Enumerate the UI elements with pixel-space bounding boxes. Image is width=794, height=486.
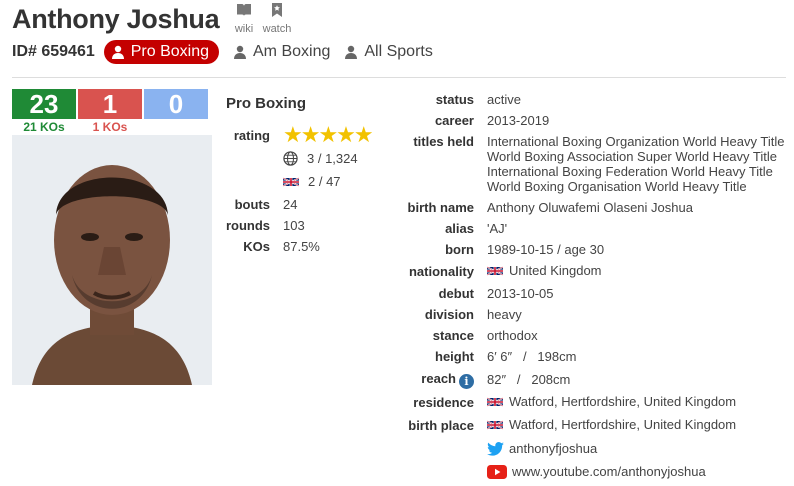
person-icon <box>111 45 124 59</box>
alias-label: alias <box>445 221 474 236</box>
tab-all-sports[interactable]: All Sports <box>344 43 433 61</box>
info-icon[interactable]: i <box>459 374 474 389</box>
person-icon <box>234 45 246 59</box>
world-rank[interactable]: 3 / 1,324 <box>283 151 358 166</box>
twitter-link[interactable]: anthonyfjoshua <box>487 441 597 456</box>
birth-place-label: birth place <box>408 418 474 433</box>
losses-box: 1 <box>78 89 142 119</box>
birth-place-text: Watford, Hertfordshire, United Kingdom <box>509 417 737 432</box>
twitter-handle: anthonyfjoshua <box>509 441 598 456</box>
boxer-name: Anthony Joshua <box>12 4 220 34</box>
wiki-label: wiki <box>234 23 254 35</box>
status-label: status <box>435 92 474 107</box>
tab-am-boxing[interactable]: Am Boxing <box>233 43 330 61</box>
career-label: career <box>434 113 474 128</box>
born-value: 1989-10-15 / age 30 <box>487 242 605 257</box>
reach-value: 82″ / 208cm <box>487 372 571 387</box>
watch-button[interactable]: watch <box>262 3 292 35</box>
birth-name-label: birth name <box>407 200 474 215</box>
uk-flag-icon <box>487 396 503 407</box>
uk-rank-value: 2 / 47 <box>308 174 341 189</box>
youtube-icon <box>487 464 507 479</box>
nationality-value[interactable]: United Kingdom <box>487 263 602 278</box>
kos-label: KOs <box>243 239 270 254</box>
stance-value: orthodox <box>487 328 538 343</box>
residence-label: residence <box>413 395 474 410</box>
nationality-label: nationality <box>408 264 474 279</box>
person-icon <box>345 45 358 59</box>
status-value: active <box>487 92 521 107</box>
section-title: Pro Boxing <box>226 95 307 112</box>
rounds-label: rounds <box>225 218 270 233</box>
debut-label: debut <box>438 286 474 301</box>
title-item[interactable]: International Boxing Federation World He… <box>487 164 784 179</box>
world-rank-value: 3 / 1,324 <box>307 151 358 166</box>
rounds-value: 103 <box>283 218 305 233</box>
draws-box: 0 <box>144 89 208 119</box>
losses-kos: 1 KOs <box>92 120 128 134</box>
uk-flag-icon <box>487 419 503 430</box>
title-item[interactable]: International Boxing Organization World … <box>487 134 784 149</box>
header-divider <box>12 77 786 78</box>
id-tab-row: ID# 659461 Pro Boxing Am Boxing All Spor… <box>12 40 447 64</box>
boxer-photo <box>12 135 212 385</box>
titles-label: titles held <box>413 134 474 149</box>
division-label: division <box>424 307 474 322</box>
uk-flag-icon <box>283 176 299 187</box>
division-value: heavy <box>487 307 522 322</box>
stance-label: stance <box>432 328 474 343</box>
height-label: height <box>435 349 474 364</box>
title-item[interactable]: World Boxing Organisation World Heavy Ti… <box>487 179 784 194</box>
residence-value[interactable]: Watford, Hertfordshire, United Kingdom <box>487 394 736 409</box>
residence-text: Watford, Hertfordshire, United Kingdom <box>509 394 737 409</box>
rating-label: rating <box>233 128 270 143</box>
book-icon <box>237 4 251 16</box>
tab-pro-boxing[interactable]: Pro Boxing <box>103 40 219 64</box>
globe-icon <box>283 151 298 166</box>
wins-kos: 21 KOs <box>23 120 65 134</box>
born-label: born <box>445 242 474 257</box>
reach-label: reach <box>421 371 456 386</box>
bouts-label: bouts <box>234 197 270 212</box>
birth-name-value: Anthony Oluwafemi Olaseni Joshua <box>487 200 693 215</box>
alias-value: 'AJ' <box>487 221 508 236</box>
uk-flag-icon <box>487 265 503 276</box>
rating-stars: ★★★★★ <box>283 122 374 147</box>
boxer-id: ID# 659461 <box>12 43 95 60</box>
nationality-text: United Kingdom <box>509 263 602 278</box>
youtube-url: www.youtube.com/anthonyjoshua <box>512 464 706 479</box>
bookmark-star-icon <box>272 3 282 17</box>
bouts-value: 24 <box>283 197 298 212</box>
youtube-link[interactable]: www.youtube.com/anthonyjoshua <box>487 464 706 479</box>
tab-am-boxing-label: Am Boxing <box>253 43 331 60</box>
wins-box: 23 <box>12 89 76 119</box>
height-value: 6′ 6″ / 198cm <box>487 349 577 364</box>
kos-value: 87.5% <box>283 239 320 254</box>
tab-pro-boxing-label: Pro Boxing <box>130 43 209 60</box>
watch-label: watch <box>262 23 292 35</box>
career-value: 2013-2019 <box>487 113 550 128</box>
title-item[interactable]: World Boxing Association Super World Hea… <box>487 149 784 164</box>
birth-place-value[interactable]: Watford, Hertfordshire, United Kingdom <box>487 417 736 432</box>
titles-list: International Boxing Organization World … <box>487 134 784 194</box>
wiki-button[interactable]: wiki <box>229 3 259 35</box>
debut-value[interactable]: 2013-10-05 <box>487 286 554 301</box>
tab-all-sports-label: All Sports <box>364 43 433 60</box>
twitter-icon <box>487 441 504 456</box>
uk-rank[interactable]: 2 / 47 <box>283 174 341 189</box>
reach-label-group: reach i <box>372 371 474 389</box>
